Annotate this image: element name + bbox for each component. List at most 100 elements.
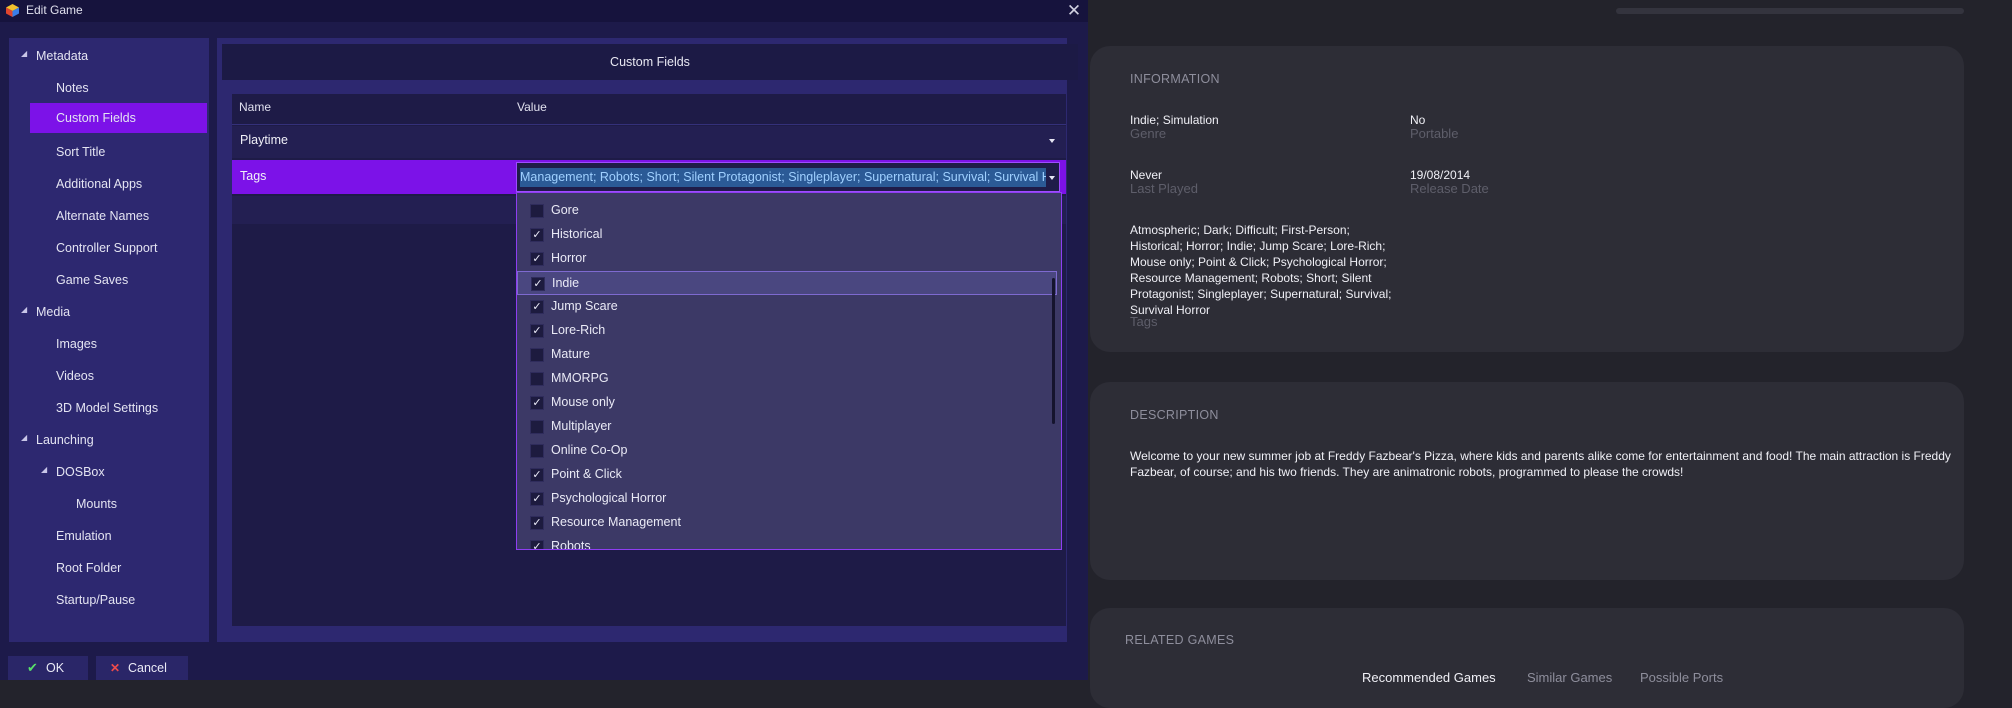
tag-option[interactable]: ✓ Resource Management <box>517 511 1057 535</box>
tag-option[interactable]: ✓ Robots <box>517 535 1057 550</box>
playtime-combobox[interactable] <box>516 128 1060 154</box>
checkbox-checked-icon[interactable]: ✓ <box>531 277 545 291</box>
tag-option[interactable]: Multiplayer <box>517 415 1057 439</box>
checkbox-checked-icon[interactable]: ✓ <box>530 540 544 549</box>
tag-option[interactable]: Mature <box>517 343 1057 367</box>
checkbox-icon[interactable] <box>530 372 544 386</box>
sidebar-item-notes[interactable]: Notes <box>56 73 89 103</box>
tag-option-label: MMORPG <box>551 371 609 385</box>
last-played-label: Last Played <box>1130 181 1198 196</box>
grid-header-row <box>232 94 1066 125</box>
tags-combobox-value[interactable]: Management; Robots; Short; Silent Protag… <box>520 168 1046 187</box>
expand-arrow-icon[interactable]: ◢ <box>41 465 47 474</box>
column-header-value[interactable]: Value <box>517 100 547 114</box>
tag-option-label: Indie <box>552 276 580 290</box>
tag-option[interactable]: Online Co-Op <box>517 439 1057 463</box>
sidebar-item-videos[interactable]: Videos <box>56 361 94 391</box>
checkmark-icon: ✔ <box>27 660 38 675</box>
checkbox-checked-icon[interactable]: ✓ <box>530 252 544 266</box>
sidebar-item-dosbox[interactable]: DOSBox <box>56 457 105 487</box>
information-heading: INFORMATION <box>1130 72 1220 86</box>
checkbox-checked-icon[interactable]: ✓ <box>530 300 544 314</box>
column-header-name[interactable]: Name <box>239 100 271 114</box>
tag-option-label: Jump Scare <box>551 299 618 313</box>
dropdown-caret-icon[interactable] <box>1049 176 1055 180</box>
ok-button-label: OK <box>46 661 65 675</box>
tab-similar-games[interactable]: Similar Games <box>1527 670 1612 685</box>
cancel-button-label: Cancel <box>128 661 167 675</box>
checkbox-icon[interactable] <box>530 348 544 362</box>
cancel-button[interactable]: ✕ Cancel <box>96 656 188 680</box>
tag-option-label: Point & Click <box>551 467 622 481</box>
checkbox-icon[interactable] <box>530 204 544 218</box>
dropdown-caret-icon[interactable] <box>1049 139 1055 143</box>
tag-option[interactable]: ✓ Point & Click <box>517 463 1057 487</box>
sidebar-item-3d-model-settings[interactable]: 3D Model Settings <box>56 393 158 423</box>
field-name-tags: Tags <box>240 169 267 183</box>
sidebar-item-media[interactable]: Media <box>36 297 70 327</box>
description-card <box>1090 382 1964 580</box>
tag-option[interactable]: ✓ Historical <box>517 223 1057 247</box>
sidebar-item-launching[interactable]: Launching <box>36 425 94 455</box>
tag-option[interactable]: ✓ Horror <box>517 247 1057 271</box>
expand-arrow-icon[interactable]: ◢ <box>21 49 27 58</box>
tag-option-label: Mature <box>551 347 590 361</box>
expand-arrow-icon[interactable]: ◢ <box>21 305 27 314</box>
tags-label: Tags <box>1130 314 1158 329</box>
tag-option[interactable]: ✓ Lore-Rich <box>517 319 1057 343</box>
checkbox-icon[interactable] <box>530 444 544 458</box>
ok-button[interactable]: ✔ OK <box>8 656 88 680</box>
checkbox-checked-icon[interactable]: ✓ <box>530 468 544 482</box>
sidebar-item-game-saves[interactable]: Game Saves <box>56 265 128 295</box>
last-played-value: Never <box>1130 168 1163 182</box>
dropdown-scrollbar[interactable] <box>1052 278 1055 424</box>
sidebar-item-alternate-names[interactable]: Alternate Names <box>56 201 149 231</box>
sidebar-item-images[interactable]: Images <box>56 329 97 359</box>
tag-option[interactable]: ✓ Mouse only <box>517 391 1057 415</box>
field-name-playtime: Playtime <box>240 133 288 147</box>
checkbox-checked-icon[interactable]: ✓ <box>530 324 544 338</box>
sidebar-item-additional-apps[interactable]: Additional Apps <box>56 169 142 199</box>
sidebar-item-sort-title[interactable]: Sort Title <box>56 137 105 167</box>
checkbox-checked-icon[interactable]: ✓ <box>530 516 544 530</box>
close-icon[interactable]: ✕ <box>1064 0 1084 22</box>
tag-option[interactable]: MMORPG <box>517 367 1057 391</box>
portable-value: No <box>1410 113 1426 127</box>
portable-label: Portable <box>1410 126 1459 141</box>
tags-dropdown-list[interactable]: Gore ✓ Historical ✓ Horror ✓ Indie ✓ Jump Scare ✓… <box>516 192 1062 550</box>
tag-option[interactable]: ✓ Indie <box>517 271 1057 295</box>
tab-recommended-games[interactable]: Recommended Games <box>1362 670 1496 685</box>
sidebar-item-startup-pause[interactable]: Startup/Pause <box>56 585 135 615</box>
tag-option-label: Gore <box>551 203 579 217</box>
tag-option[interactable]: ✓ Jump Scare <box>517 295 1057 319</box>
tag-option-label: Psychological Horror <box>551 491 667 505</box>
description-text: Welcome to your new summer job at Freddy… <box>1130 449 1951 479</box>
tag-option-label: Historical <box>551 227 603 241</box>
checkbox-checked-icon[interactable]: ✓ <box>530 492 544 506</box>
tag-option[interactable]: ✓ Psychological Horror <box>517 487 1057 511</box>
expand-arrow-icon[interactable]: ◢ <box>21 433 27 442</box>
window-title: Edit Game <box>26 3 83 17</box>
tag-option-label: Online Co-Op <box>551 443 628 457</box>
checkbox-checked-icon[interactable]: ✓ <box>530 228 544 242</box>
sidebar-item-root-folder[interactable]: Root Folder <box>56 553 121 583</box>
related-games-card <box>1090 608 1964 708</box>
sidebar-item-mounts[interactable]: Mounts <box>76 489 117 519</box>
tag-option-label: Horror <box>551 251 587 265</box>
sidebar-item-metadata[interactable]: Metadata <box>36 41 88 71</box>
genre-label: Genre <box>1130 126 1167 141</box>
tag-option-label: Mouse only <box>551 395 615 409</box>
related-games-heading: RELATED GAMES <box>1125 633 1235 647</box>
sidebar-item-emulation[interactable]: Emulation <box>56 521 112 551</box>
tag-option-label: Robots <box>551 539 591 550</box>
top-scroll-bar[interactable] <box>1616 8 1964 14</box>
tab-possible-ports[interactable]: Possible Ports <box>1640 670 1723 685</box>
sidebar-item-custom-fields[interactable]: Custom Fields <box>30 103 207 133</box>
checkbox-icon[interactable] <box>530 420 544 434</box>
sidebar-item-controller-support[interactable]: Controller Support <box>56 233 157 263</box>
cancel-x-icon: ✕ <box>110 661 121 675</box>
custom-fields-header: Custom Fields <box>222 44 1078 80</box>
description-heading: DESCRIPTION <box>1130 408 1219 422</box>
checkbox-checked-icon[interactable]: ✓ <box>530 396 544 410</box>
tag-option[interactable]: Gore <box>517 199 1057 223</box>
